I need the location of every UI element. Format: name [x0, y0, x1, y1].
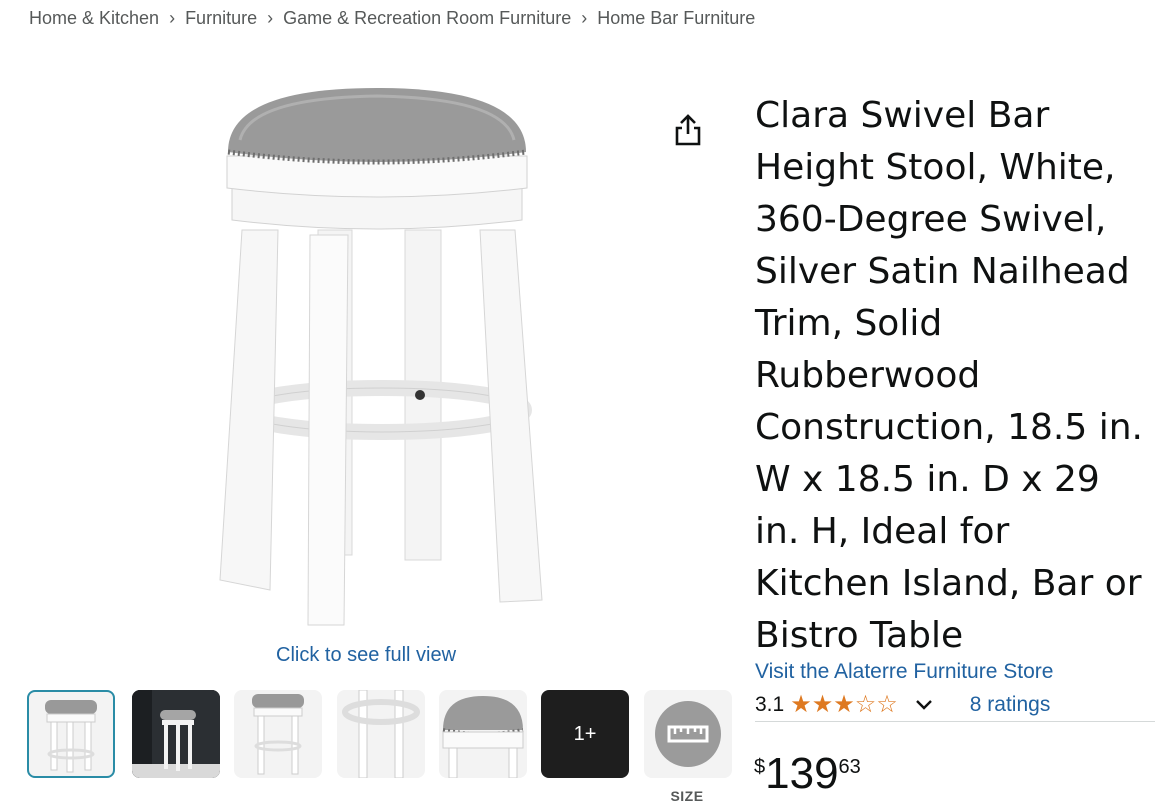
ruler-icon — [655, 701, 721, 767]
share-icon[interactable] — [672, 112, 704, 148]
thumbnail-footrest-image — [342, 690, 420, 778]
thumbnail-4[interactable] — [337, 690, 425, 778]
thumbnail-5[interactable] — [439, 690, 527, 778]
size-label: SIZE — [670, 788, 704, 804]
thumbnail-1[interactable] — [27, 690, 115, 778]
main-product-image[interactable] — [210, 80, 555, 630]
product-title: Clara Swivel Bar Height Stool, White, 36… — [755, 95, 1143, 656]
rating-row: 3.1 ★ ★ ★ ☆ ☆ 8 ratings — [755, 690, 1050, 720]
star-icon: ★ — [811, 691, 834, 718]
more-images-button[interactable]: 1+ — [541, 690, 629, 778]
thumbnail-stool-image — [252, 694, 304, 775]
breadcrumb-separator: › — [581, 8, 588, 28]
star-rating[interactable]: ★ ★ ★ ☆ ☆ — [790, 693, 898, 717]
price-symbol: $ — [754, 756, 766, 778]
rating-value: 3.1 — [755, 693, 785, 716]
breadcrumb-furniture[interactable]: Furniture — [185, 8, 257, 28]
star-icon: ★ — [790, 691, 812, 718]
breadcrumb-home-kitchen[interactable]: Home & Kitchen — [29, 8, 159, 28]
thumbnail-2[interactable] — [132, 690, 220, 778]
breadcrumb-home-bar[interactable]: Home Bar Furniture — [597, 8, 755, 28]
price-whole: 139 — [765, 749, 839, 798]
breadcrumb-game-recreation[interactable]: Game & Recreation Room Furniture — [283, 8, 571, 28]
thumbnail-room-image — [132, 690, 220, 778]
see-full-view-link[interactable]: Click to see full view — [276, 644, 456, 667]
price: $139 63 — [754, 752, 861, 796]
thumbnail-stool-image — [45, 700, 97, 773]
size-chart-button[interactable] — [644, 690, 732, 778]
divider — [755, 721, 1155, 722]
ratings-count-link[interactable]: 8 ratings — [970, 693, 1051, 717]
breadcrumb: Home & Kitchen › Furniture › Game & Recreati… — [29, 8, 755, 29]
price-fraction: 63 — [838, 756, 861, 778]
breadcrumb-separator: › — [169, 8, 176, 28]
thumbnail-3[interactable] — [234, 690, 322, 778]
thumbnail-cushion-image — [442, 696, 524, 778]
star-icon: ☆ — [876, 691, 898, 718]
chevron-down-icon[interactable] — [914, 698, 934, 712]
star-icon: ★ — [833, 691, 855, 718]
star-icon: ☆ — [854, 691, 877, 718]
breadcrumb-separator: › — [267, 8, 274, 28]
store-link[interactable]: Visit the Alaterre Furniture Store — [755, 660, 1053, 684]
